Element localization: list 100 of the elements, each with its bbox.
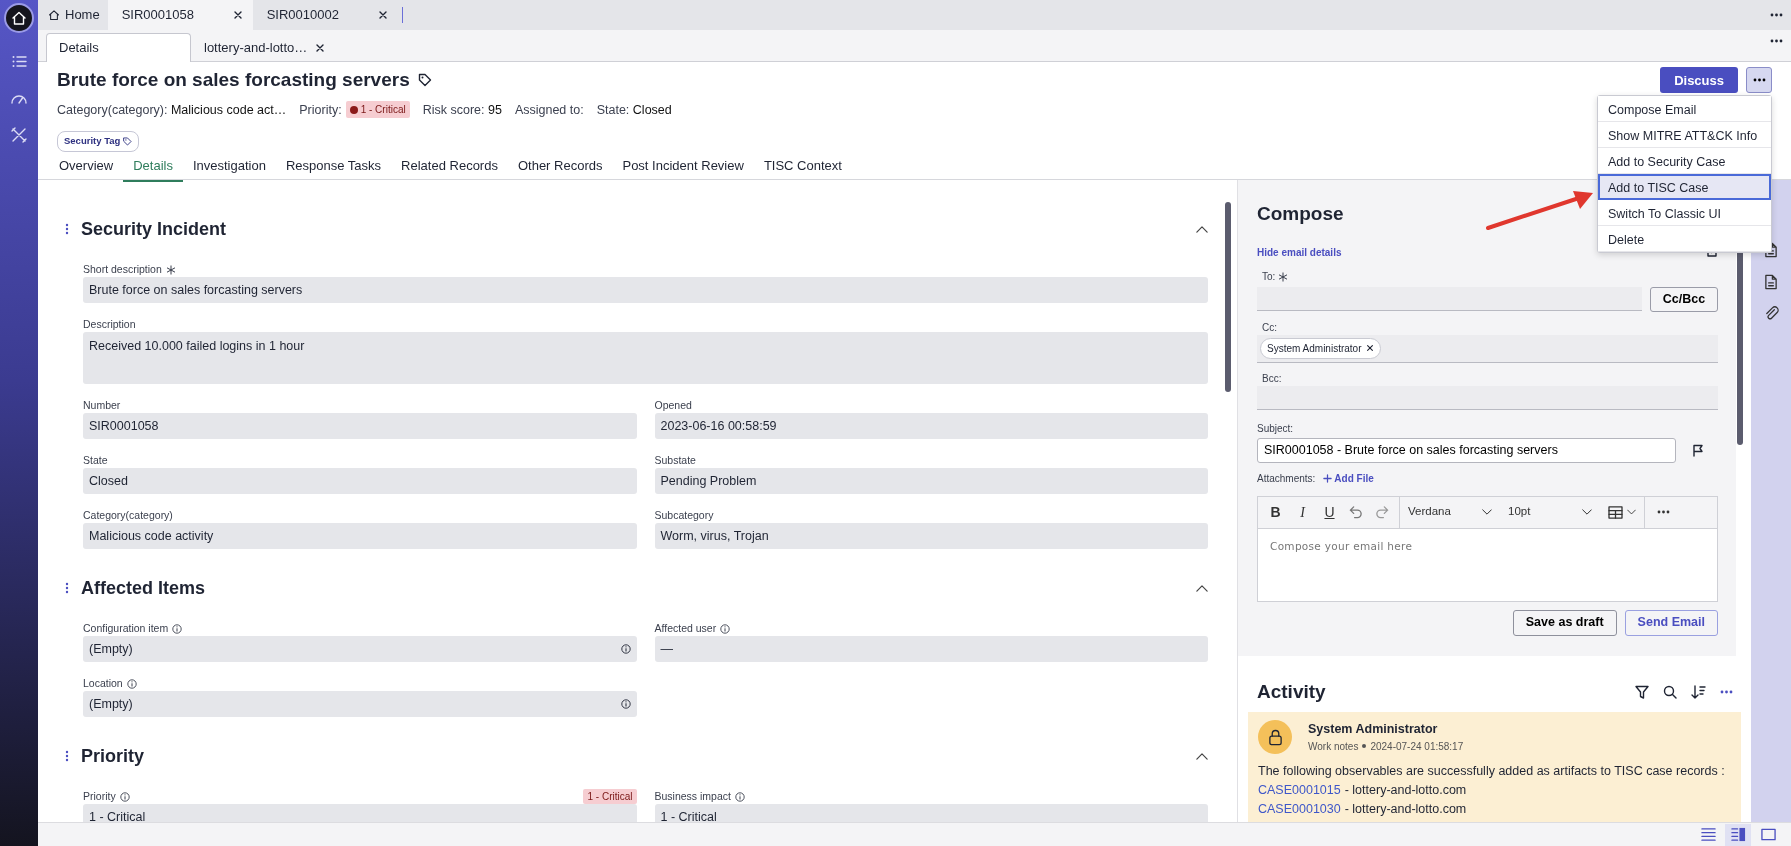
field[interactable]: Worm, virus, Trojan (654, 523, 1208, 549)
send-email-button[interactable]: Send Email (1624, 609, 1718, 636)
info-icon[interactable] (620, 699, 631, 709)
close-icon[interactable] (315, 42, 326, 53)
close-icon[interactable] (1366, 344, 1375, 352)
discuss-button[interactable]: Discuss (1660, 67, 1738, 94)
editor-placeholder: Compose your email here (1269, 538, 1414, 554)
close-icon[interactable] (377, 10, 388, 20)
meta-field: Category(category): Malicious code act… (57, 100, 287, 120)
toggle-details-link[interactable]: Hide email details (1257, 244, 1342, 260)
home-icon (11, 10, 27, 26)
close-icon[interactable] (232, 10, 243, 20)
paperclip-icon[interactable] (1763, 306, 1779, 321)
section-tab[interactable]: Response Tasks (275, 151, 392, 182)
list-icon[interactable] (10, 53, 28, 70)
chevron-up-icon[interactable] (1196, 225, 1208, 233)
field[interactable]: 1 - Critical (83, 804, 637, 822)
menu-item[interactable]: Delete (1598, 226, 1771, 252)
section-tab[interactable]: Overview (49, 151, 124, 182)
italic-button[interactable]: I (1289, 501, 1316, 523)
info-icon[interactable] (620, 644, 631, 654)
section-title: Affected Items (81, 576, 206, 600)
more-icon[interactable] (1720, 689, 1733, 694)
menu-item[interactable]: Add to TISC Case (1598, 174, 1771, 200)
cc-field[interactable]: System Administrator (1257, 334, 1718, 363)
flag-icon[interactable] (1692, 443, 1704, 457)
reference-field[interactable]: (Empty) (83, 691, 637, 717)
drag-handle-icon[interactable] (65, 750, 69, 762)
menu-item[interactable]: Show MITRE ATT&CK Info (1598, 122, 1771, 148)
to-field[interactable] (1257, 286, 1642, 311)
field[interactable]: 1 - Critical (654, 804, 1208, 822)
filter-icon[interactable] (1635, 684, 1649, 699)
compose-title: Compose (1257, 202, 1344, 226)
section-tab[interactable]: Other Records (507, 151, 613, 182)
chevron-down-icon (1627, 509, 1636, 515)
email-editor[interactable]: B I U Verdana 10pt Compose your email here (1257, 495, 1718, 602)
app-tab[interactable]: SIR0001058 (107, 0, 253, 30)
search-icon[interactable] (1663, 684, 1677, 699)
case-link[interactable]: CASE0001015 (1258, 780, 1341, 800)
case-link[interactable]: CASE0001030 (1258, 799, 1341, 819)
field[interactable]: — (654, 636, 1208, 662)
underline-button[interactable]: U (1316, 501, 1343, 523)
record-tab[interactable]: Details (46, 33, 191, 62)
chevron-up-icon[interactable] (1196, 752, 1208, 760)
drag-handle-icon[interactable] (65, 582, 69, 594)
field-label: Subcategory (654, 507, 714, 523)
list-view-icon (1700, 827, 1716, 842)
document-icon[interactable] (1764, 274, 1778, 290)
field-value: (Empty) (89, 695, 133, 713)
field-label: Short description (83, 261, 162, 277)
size-select[interactable]: 10pt (1500, 503, 1600, 521)
app-tab[interactable]: Home (40, 0, 108, 30)
scrollbar-thumb[interactable] (1225, 202, 1231, 392)
field[interactable]: Pending Problem (654, 468, 1208, 494)
field-label: State (83, 452, 108, 468)
single-view-icon (1760, 827, 1776, 842)
sort-icon[interactable] (1691, 684, 1706, 699)
menu-item[interactable]: Switch To Classic UI (1598, 200, 1771, 226)
record-tab[interactable]: lottery-and-lotto… (191, 33, 339, 61)
reference-field[interactable]: (Empty) (83, 636, 637, 662)
subject-field[interactable]: SIR0001058 - Brute force on sales forcasting servers (1257, 437, 1676, 463)
recipient-chip[interactable]: System Administrator (1260, 337, 1382, 359)
more-icon[interactable] (1770, 13, 1783, 17)
font-select[interactable]: Verdana (1400, 503, 1500, 521)
redo-icon[interactable] (1375, 505, 1389, 519)
entry-time: 2024-07-24 01:58:17 (1370, 739, 1464, 754)
tools-icon[interactable] (10, 126, 28, 144)
view-mode-button[interactable] (1725, 823, 1751, 846)
section-tab[interactable]: TISC Context (753, 151, 852, 182)
plus-icon (1323, 473, 1333, 483)
add-file-link[interactable]: Add File (1323, 470, 1374, 486)
field-label: Description (83, 316, 136, 332)
section-tab[interactable]: Investigation (182, 151, 276, 182)
menu-item[interactable]: Compose Email (1598, 96, 1771, 122)
tag-icon[interactable] (417, 73, 432, 88)
field[interactable]: Brute force on sales forcasting servers (83, 277, 1208, 303)
bold-button[interactable]: B (1262, 501, 1289, 523)
menu-item[interactable]: Add to Security Case (1598, 148, 1771, 174)
attachments-label: Attachments: (1257, 471, 1316, 486)
drag-handle-icon[interactable] (65, 223, 69, 235)
field-label: Priority (83, 788, 116, 804)
more-icon[interactable] (1770, 39, 1783, 43)
home-button[interactable] (4, 3, 34, 33)
section-tab[interactable]: Post Incident Review (612, 151, 754, 182)
table-icon (1608, 505, 1623, 519)
tag-chip[interactable]: Security Tag (57, 131, 140, 152)
field[interactable]: SIR0001058 (83, 413, 637, 439)
text-area[interactable]: Received 10.000 failed logins in 1 hour (83, 332, 1208, 384)
undo-icon[interactable] (1349, 505, 1363, 519)
bcc-field[interactable] (1257, 385, 1718, 410)
field[interactable]: Malicious code activity (83, 523, 637, 549)
field[interactable]: Closed (83, 468, 637, 494)
section-tab[interactable]: Details (123, 151, 183, 182)
cc-bcc-button[interactable]: Cc/Bcc (1650, 286, 1718, 312)
section-tab[interactable]: Related Records (391, 151, 508, 182)
chevron-up-icon[interactable] (1196, 584, 1208, 592)
field[interactable]: 2023-06-16 00:58:59 (654, 413, 1208, 439)
lock-icon (1267, 728, 1283, 746)
app-tab[interactable]: SIR0010002 (252, 0, 398, 30)
save-draft-button[interactable]: Save as draft (1512, 609, 1617, 636)
